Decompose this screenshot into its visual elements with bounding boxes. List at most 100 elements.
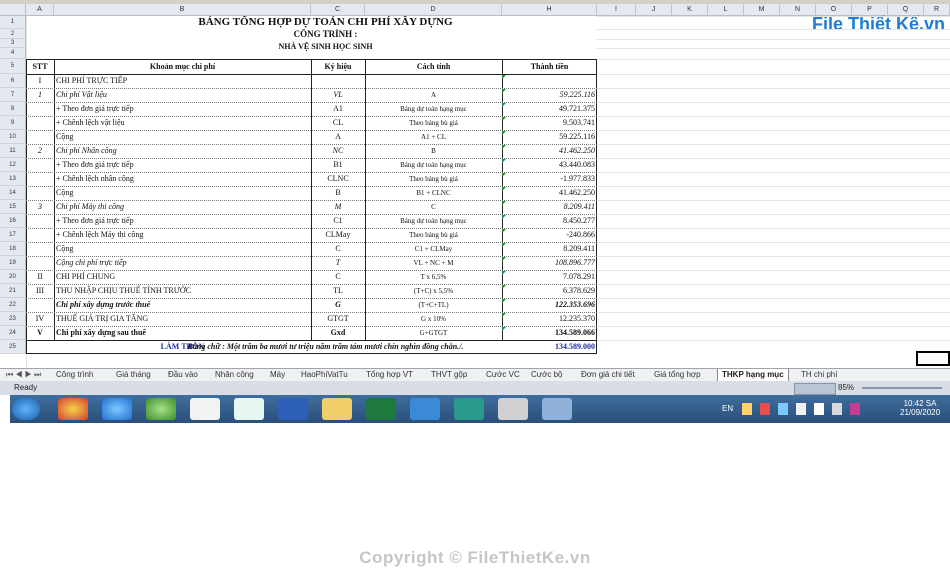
row-header[interactable]: 23 [0, 312, 26, 326]
status-bar: Ready 85% [0, 381, 950, 395]
excel-icon[interactable] [366, 398, 396, 420]
row-header[interactable]: 10 [0, 130, 26, 144]
column-header[interactable]: N [780, 4, 816, 16]
column-header[interactable]: A [26, 4, 54, 16]
row-header[interactable]: 4 [0, 48, 26, 59]
error-indicator [502, 327, 506, 331]
zalo-icon[interactable] [410, 398, 440, 420]
formula-cell: B1 + CLNC [416, 189, 451, 197]
column-header[interactable]: K [672, 4, 708, 16]
header-formula: Cách tính [416, 62, 451, 71]
chrome-icon[interactable] [58, 398, 88, 420]
view-buttons[interactable] [794, 383, 836, 395]
sheet-tab[interactable]: Nhân công [211, 369, 258, 381]
select-all-corner[interactable] [0, 4, 26, 16]
sheet-tab[interactable]: THVT gộp [427, 369, 471, 381]
active-cell[interactable] [916, 351, 950, 366]
row-header[interactable]: 12 [0, 158, 26, 172]
sheet-tab[interactable]: Công trình [52, 369, 97, 381]
column-header[interactable]: I [597, 4, 636, 16]
column-header[interactable]: B [54, 4, 311, 16]
row-header[interactable]: 8 [0, 102, 26, 116]
column-header[interactable]: H [502, 4, 597, 16]
grid-row-line [597, 340, 950, 341]
sheet-tab[interactable]: Cước VC [482, 369, 524, 381]
sheet-tab[interactable]: Giá tổng hợp [650, 369, 705, 381]
sheet-tab[interactable]: HaoPhiVatTu [297, 369, 352, 381]
sheet-tab[interactable]: Cước bộ [527, 369, 567, 381]
language-indicator[interactable]: EN [722, 404, 733, 413]
row-header[interactable]: 14 [0, 186, 26, 200]
file-explorer-icon[interactable] [322, 398, 352, 420]
row-header[interactable]: 22 [0, 298, 26, 312]
row-header[interactable]: 13 [0, 172, 26, 186]
symbol-cell: VL [333, 90, 343, 99]
column-header[interactable]: D [365, 4, 502, 16]
app-chart-icon[interactable] [454, 398, 484, 420]
header-symbol: Ký hiệu [324, 62, 352, 71]
zoom-slider[interactable] [862, 387, 942, 389]
app-grid-icon[interactable] [190, 398, 220, 420]
grid-row-line [597, 228, 950, 229]
formula-cell: (T+C+TL) [418, 301, 449, 309]
clock[interactable]: 10:42 SA 21/09/2020 [900, 399, 940, 417]
sheet-tab[interactable]: Máy [266, 369, 289, 381]
symbol-cell: T [335, 258, 341, 267]
sheet-tab[interactable]: THKP hạng mục [717, 369, 789, 381]
row-header[interactable]: 25 [0, 340, 26, 354]
row-header[interactable]: 5 [0, 59, 26, 74]
stt-cell: 1 [38, 90, 42, 99]
symbol-cell: GTGT [327, 314, 349, 323]
row-header[interactable]: 19 [0, 256, 26, 270]
row-header[interactable]: 18 [0, 242, 26, 256]
row-header[interactable]: 1 [0, 16, 26, 29]
stt-cell: I [38, 76, 42, 85]
app-green-icon[interactable] [146, 398, 176, 420]
row-header[interactable]: 16 [0, 214, 26, 228]
grid-row-line [597, 326, 950, 327]
column-header[interactable]: M [744, 4, 780, 16]
system-tray-icons[interactable] [742, 403, 870, 415]
sheet-tab[interactable]: Đơn giá chi tiết [577, 369, 639, 381]
row-header[interactable]: 21 [0, 284, 26, 298]
item-cell: CHI PHÍ CHUNG [56, 272, 116, 281]
row-header[interactable]: 11 [0, 144, 26, 158]
row-header[interactable]: 20 [0, 270, 26, 284]
status-ready: Ready [14, 383, 38, 392]
sheet-tab[interactable]: Đầu vào [164, 369, 202, 381]
zoom-level: 85% [838, 383, 855, 392]
grid-row-line [597, 74, 950, 75]
row-header[interactable]: 15 [0, 200, 26, 214]
start-button-icon[interactable] [12, 398, 40, 420]
stt-cell: II [37, 272, 43, 281]
app-home-icon[interactable] [234, 398, 264, 420]
row-header[interactable]: 2 [0, 29, 26, 39]
tab-nav-arrows[interactable]: ⏮ ◀ ▶ ⏭ [2, 369, 45, 381]
project-name: NHÀ VỆ SINH HỌC SINH [278, 42, 373, 51]
sheet-tab[interactable]: Tổng hợp VT [362, 369, 417, 381]
column-header[interactable]: C [311, 4, 365, 16]
grid-row-line [597, 298, 950, 299]
sheet-tab[interactable]: Giá tháng [112, 369, 155, 381]
sheet-tab[interactable]: TH chi phí [797, 369, 841, 381]
row-header[interactable]: 17 [0, 228, 26, 242]
error-indicator [502, 313, 506, 317]
formula-cell: G+GTGT [419, 329, 448, 337]
row-header[interactable]: 24 [0, 326, 26, 340]
error-indicator [502, 201, 506, 205]
column-header[interactable]: J [636, 4, 672, 16]
header-amount: Thành tiền [530, 62, 569, 71]
row-header[interactable]: 9 [0, 116, 26, 130]
row-header[interactable]: 3 [0, 39, 26, 48]
row-header[interactable]: 7 [0, 88, 26, 102]
internet-explorer-icon[interactable] [102, 398, 132, 420]
grid-row-line [597, 130, 950, 131]
row-header[interactable]: 6 [0, 74, 26, 88]
word-icon[interactable] [278, 398, 308, 420]
symbol-cell: CL [332, 118, 344, 127]
column-header[interactable]: L [708, 4, 744, 16]
printer-icon[interactable] [498, 398, 528, 420]
app-tools-icon[interactable] [542, 398, 572, 420]
item-cell: Chi phí Máy thi công [56, 202, 124, 211]
amount-cell: 7.078.291 [563, 272, 595, 281]
